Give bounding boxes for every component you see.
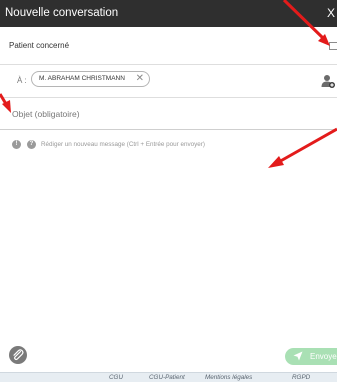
remove-recipient-button[interactable]: ✕	[136, 72, 144, 86]
send-label: Envoyer	[310, 352, 337, 361]
dialog-titlebar: Nouvelle conversation X	[0, 0, 337, 27]
help-icon[interactable]: ?	[27, 140, 36, 149]
priority-icon[interactable]: !	[12, 140, 21, 149]
subject-row: Objet (obligatoire)	[0, 98, 337, 130]
footer-link-legal[interactable]: Mentions légales	[205, 373, 252, 382]
patient-label: Patient concerné	[9, 41, 70, 50]
attach-button[interactable]	[9, 346, 27, 364]
footer-link-cgu-patient[interactable]: CGU-Patient	[149, 373, 185, 382]
paper-plane-icon	[293, 351, 303, 361]
send-button[interactable]: Envoyer	[285, 348, 337, 365]
close-button[interactable]: X	[325, 0, 337, 27]
to-label: À :	[17, 76, 27, 85]
recipient-chip[interactable]: M. ABRAHAM CHRISTMANN ✕	[31, 71, 150, 87]
paperclip-icon	[13, 349, 24, 361]
user-add-icon[interactable]	[321, 74, 335, 88]
subject-input[interactable]: Objet (obligatoire)	[12, 109, 80, 119]
recipient-name: M. ABRAHAM CHRISTMANN	[39, 75, 125, 82]
footer-links: CGU CGU-Patient Mentions légales RGPD	[0, 372, 337, 382]
new-conversation-dialog: Nouvelle conversation X Patient concerné…	[0, 0, 337, 382]
footer-link-cgu[interactable]: CGU	[109, 373, 123, 382]
message-placeholder: Rédiger un nouveau message (Ctrl + Entré…	[41, 141, 205, 148]
recipient-row: À : M. ABRAHAM CHRISTMANN ✕	[0, 65, 337, 98]
patient-row: Patient concerné	[0, 27, 337, 65]
patient-checkbox[interactable]	[329, 42, 337, 50]
message-compose-area[interactable]: ! ? Rédiger un nouveau message (Ctrl + E…	[0, 130, 337, 340]
footer-link-rgpd[interactable]: RGPD	[292, 373, 310, 382]
dialog-title: Nouvelle conversation	[5, 7, 119, 19]
